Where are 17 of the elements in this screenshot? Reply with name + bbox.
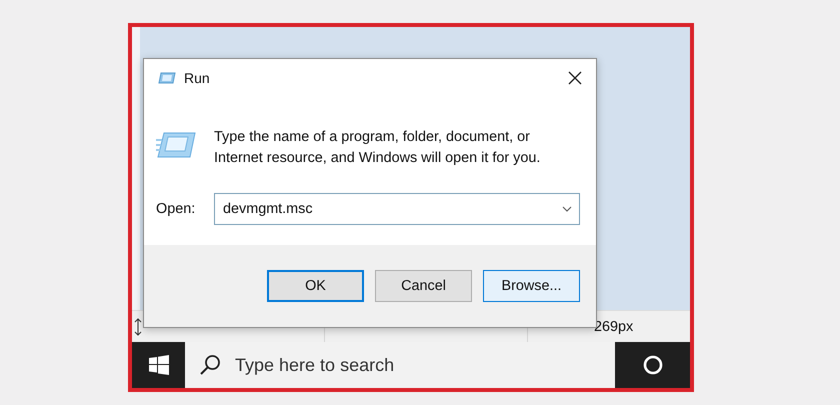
circle-icon (642, 355, 662, 375)
window-title: Run (184, 70, 211, 86)
close-icon[interactable] (568, 71, 582, 85)
open-combo-box[interactable]: devmgmt.msc (214, 193, 580, 225)
search-icon (199, 354, 221, 376)
run-icon (156, 131, 196, 159)
windows-logo-icon (148, 355, 168, 375)
run-icon (158, 72, 176, 84)
image-dimensions: 269px (594, 318, 634, 334)
open-label: Open: (156, 201, 196, 217)
dialog-message: Type the name of a program, folder, document, or Internet resource, and Windows will open it for you. (214, 128, 542, 168)
dialog-button[interactable]: OK (267, 270, 364, 302)
taskbar-search-box[interactable]: Type here to search (185, 342, 615, 388)
chevron-down-icon[interactable] (562, 206, 572, 212)
dialog-button[interactable]: Browse... (483, 270, 580, 302)
resize-arrows-icon (134, 318, 142, 336)
dialog-button[interactable]: Cancel (375, 270, 472, 302)
